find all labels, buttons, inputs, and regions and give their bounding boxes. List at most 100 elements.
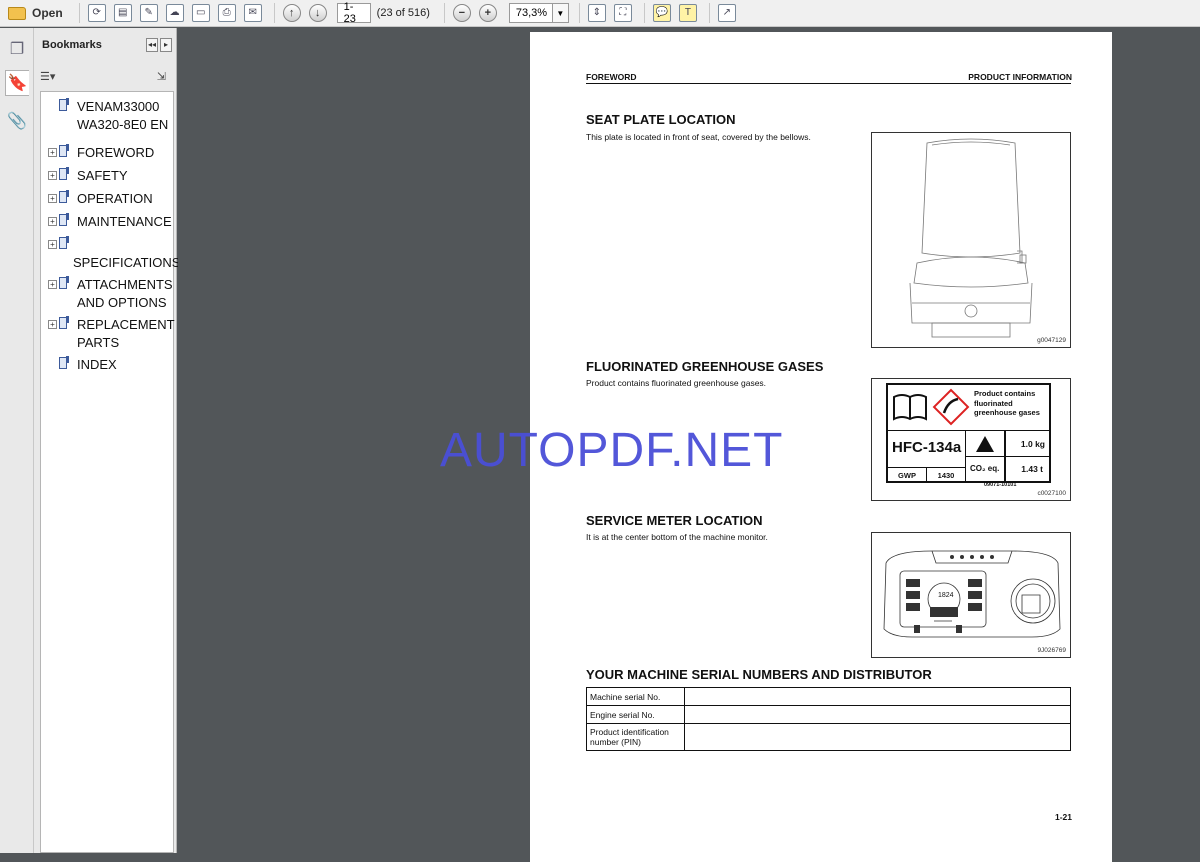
bookmark-icon	[59, 356, 69, 369]
bookmark-item[interactable]: + MAINTENANCE	[41, 213, 173, 231]
bookmark-label: INDEX	[77, 357, 117, 372]
expand-icon[interactable]: +	[48, 280, 57, 289]
create-pdf-icon: ⟳	[87, 4, 106, 22]
comment-icon: 💬	[652, 4, 671, 22]
create-pdf-button[interactable]: ⟳	[86, 2, 108, 24]
weight-icon	[976, 436, 994, 452]
table-row: Machine serial No.	[586, 687, 1072, 706]
prev-page-icon: ↑	[282, 4, 301, 22]
bookmark-icon	[59, 213, 69, 226]
bookmark-icon	[59, 276, 69, 289]
zoom-in-icon: +	[478, 4, 497, 22]
figure-id: c0027100	[1037, 490, 1066, 497]
page-number-input[interactable]: 1-23	[336, 1, 371, 25]
serial-numbers-title: YOUR MACHINE SERIAL NUMBERS AND DISTRIBU…	[586, 667, 932, 682]
comment-button[interactable]: 💬	[651, 2, 673, 24]
seat-plate-title: SEAT PLATE LOCATION	[586, 112, 736, 127]
seat-figure: g0047129	[871, 132, 1071, 348]
document-area[interactable]: FOREWORD PRODUCT INFORMATION SEAT PLATE …	[178, 28, 1200, 862]
panel-controls: ◂◂ ▸	[146, 38, 172, 52]
collapse-panel-icon[interactable]: ◂◂	[146, 38, 158, 52]
options-menu-icon[interactable]: ☰▾	[40, 70, 55, 83]
expand-icon[interactable]: +	[48, 171, 57, 180]
co2-value: 1.43 t	[1021, 464, 1043, 474]
fgas-text: Product contains fluorinated greenhouse …	[586, 378, 767, 388]
prev-page-button[interactable]: ↑	[281, 2, 303, 24]
bookmark-item[interactable]: VENAM33000 WA320-8E0 EN	[41, 98, 173, 134]
fgas-line-2: fluorinated	[974, 398, 1013, 408]
fgas-line-3: greenhouse gases	[974, 408, 1040, 417]
toolbar: Open ⟳ ▤ ✎ ☁ ▭ ⎙ ✉ ↑ ↓ 1-23 (23 of 516) …	[0, 0, 1200, 27]
fgas-notice: Product contains fluorinated greenhouse …	[974, 389, 1040, 418]
label-divider	[1004, 431, 1006, 483]
next-page-button[interactable]: ↓	[307, 2, 329, 24]
fgas-title: FLUORINATED GREENHOUSE GASES	[586, 359, 824, 374]
open-button[interactable]: Open	[6, 2, 69, 24]
zoom-in-button[interactable]: +	[477, 2, 499, 24]
cloud-button[interactable]: ☁	[164, 2, 186, 24]
bookmark-item[interactable]: + ATTACHMENTS AND OPTIONS	[41, 276, 173, 312]
bookmark-label: MAINTENANCE	[77, 214, 172, 229]
gas-type: HFC-134a	[888, 431, 966, 467]
expand-icon[interactable]: +	[48, 240, 57, 249]
bookmark-icon	[59, 98, 69, 111]
bookmark-label: VENAM33000 WA320-8E0 EN	[77, 99, 169, 132]
serial-label: Product identification number (PIN)	[586, 723, 685, 751]
fullscreen-icon: ↗	[717, 4, 736, 22]
fit-width-icon: ⇕	[587, 4, 606, 22]
bookmark-item[interactable]: + REPLACEMENT PARTS	[41, 316, 174, 352]
bookmark-label: FOREWORD	[77, 145, 155, 160]
email-button[interactable]: ✉	[242, 2, 264, 24]
zoom-out-button[interactable]: −	[451, 2, 473, 24]
edit-icon: ✎	[139, 4, 158, 22]
bookmark-icon	[59, 167, 69, 180]
fgas-label-top: Product contains fluorinated greenhouse …	[888, 385, 1049, 431]
bookmark-item[interactable]: + SAFETY	[41, 167, 173, 185]
fgas-line-1: Product contains	[974, 389, 1036, 398]
bookmark-icon	[59, 316, 69, 329]
manual-and-pictogram-icon	[893, 388, 970, 426]
machine-monitor-illustration: 1824	[883, 550, 1061, 638]
separator	[643, 3, 645, 23]
expand-bookmark-icon[interactable]: ⇲	[157, 70, 166, 83]
save-button[interactable]: ▭	[190, 2, 212, 24]
next-page-icon: ↓	[308, 4, 327, 22]
zoom-out-icon: −	[452, 4, 471, 22]
fit-page-button[interactable]: ⛶	[612, 2, 634, 24]
bookmarks-icon[interactable]: 🔖	[5, 70, 29, 96]
bookmark-icon	[59, 190, 69, 203]
bookmarks-list: VENAM33000 WA320-8E0 EN + FOREWORD + SAFETY +…	[40, 91, 180, 853]
bookmark-item[interactable]: INDEX	[41, 356, 173, 374]
separator	[443, 3, 445, 23]
zoom-input[interactable]: 73,3%	[508, 3, 553, 23]
email-icon: ✉	[243, 4, 262, 22]
combine-button[interactable]: ▤	[112, 2, 134, 24]
bookmarks-panel: Bookmarks ◂◂ ▸ ☰▾ ⇲ VENAM33000 WA320-8E0…	[34, 28, 180, 853]
cloud-icon: ☁	[165, 4, 184, 22]
highlight-button[interactable]: T	[677, 2, 699, 24]
bookmark-item[interactable]: + OPERATION	[41, 190, 173, 208]
service-meter-title: SERVICE METER LOCATION	[586, 513, 763, 528]
expand-icon[interactable]: +	[48, 217, 57, 226]
meter-mark: 1824	[938, 592, 954, 599]
expand-icon[interactable]: +	[48, 148, 57, 157]
gwp-row: GWP 1430	[888, 467, 966, 483]
fullscreen-button[interactable]: ↗	[716, 2, 738, 24]
print-button[interactable]: ⎙	[216, 2, 238, 24]
bookmark-item[interactable]: + FOREWORD	[41, 144, 173, 162]
bookmark-icon	[59, 144, 69, 157]
expand-icon[interactable]: +	[48, 320, 57, 329]
zoom-dropdown[interactable]: ▼	[552, 3, 569, 23]
bookmarks-header: Bookmarks ◂◂ ▸	[34, 28, 176, 62]
weight-value: 1.0 kg	[1020, 439, 1045, 449]
expand-icon[interactable]: +	[48, 194, 57, 203]
attachments-icon[interactable]: 📎	[5, 108, 29, 134]
print-icon: ⎙	[217, 4, 236, 22]
fit-width-button[interactable]: ⇕	[586, 2, 608, 24]
close-panel-icon[interactable]: ▸	[160, 38, 172, 52]
bookmark-item[interactable]: + SPECIFICATIONS	[41, 236, 180, 272]
figure-id: g0047129	[1037, 337, 1066, 344]
bookmarks-title: Bookmarks	[42, 39, 102, 51]
edit-button[interactable]: ✎	[138, 2, 160, 24]
page-thumbnails-icon[interactable]: ❐	[5, 36, 29, 62]
